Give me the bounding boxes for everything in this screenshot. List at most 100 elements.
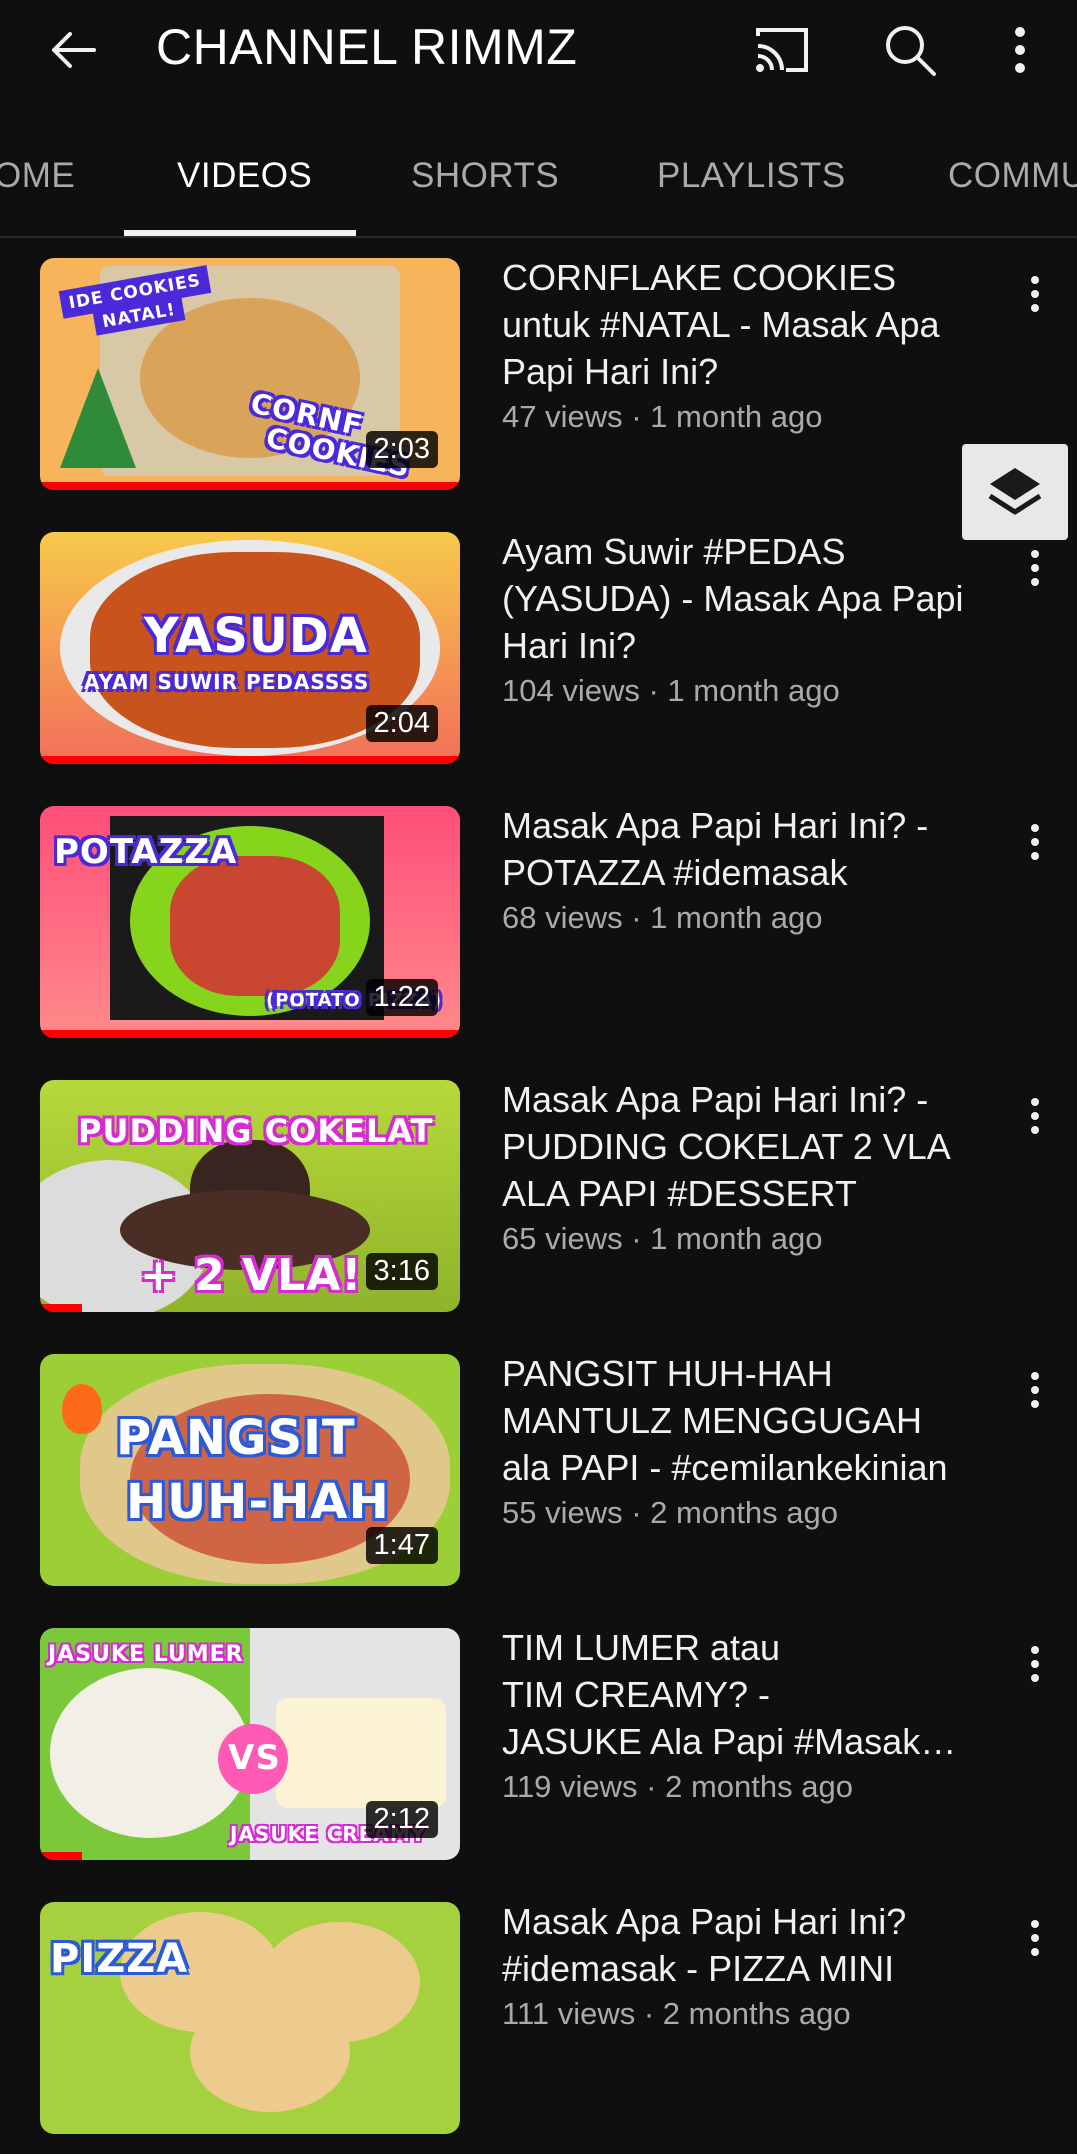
more-vertical-icon — [1031, 1646, 1039, 1682]
arrow-left-icon — [52, 32, 96, 68]
search-icon — [886, 26, 936, 76]
watch-progress-bar — [40, 482, 460, 490]
video-thumbnail[interactable]: POTAZZA (POTATO PIZZA) 1:22 — [40, 806, 460, 1038]
video-duration: 1:47 — [365, 1527, 438, 1564]
video-title-line: POTAZZA #idemasak — [502, 852, 848, 893]
video-thumbnail[interactable]: PUDDING COKELAT + 2 VLA! 3:16 — [40, 1080, 460, 1312]
video-title-line: Hari Ini? — [502, 625, 637, 666]
watch-progress-bar — [40, 756, 460, 764]
more-vertical-icon — [1015, 27, 1025, 73]
video-item[interactable]: PANGSIT HUH-HAH 1:47 PANGSIT HUH-HAH MAN… — [0, 1332, 1077, 1606]
video-title-line: ala PAPI - #cemilankekinian — [502, 1447, 948, 1488]
video-title[interactable]: Ayam Suwir #PEDAS (YASUDA) - Masak Apa P… — [502, 528, 1002, 669]
watch-progress-bar — [40, 1852, 82, 1860]
thumbnail-caption: JASUKE LUMER — [48, 1642, 244, 1667]
video-item[interactable]: PUDDING COKELAT + 2 VLA! 3:16 Masak Apa … — [0, 1058, 1077, 1332]
watch-progress-bar — [40, 1030, 460, 1038]
video-menu-button[interactable] — [1020, 1642, 1050, 1686]
video-title[interactable]: CORNFLAKE COOKIES untuk #NATAL - Masak A… — [502, 254, 1002, 395]
more-vertical-icon — [1031, 1920, 1039, 1956]
video-item[interactable]: JASUKE LUMER VS JASUKE CREAMY 2:12 TIM L… — [0, 1606, 1077, 1880]
video-title-line: #idemasak - PIZZA MINI — [502, 1948, 895, 1989]
video-title-line: MANTULZ MENGGUGAH — [502, 1400, 923, 1441]
more-vertical-icon — [1031, 1098, 1039, 1134]
video-title-line: Ayam Suwir #PEDAS — [502, 531, 846, 572]
thumbnail-caption: HUH-HAH — [126, 1474, 390, 1530]
watch-progress-bar — [40, 1304, 82, 1312]
video-duration: 2:03 — [365, 431, 438, 468]
video-thumbnail[interactable]: PIZZA — [40, 1902, 460, 2134]
thumbnail-caption: POTAZZA — [54, 832, 238, 872]
video-title[interactable]: Masak Apa Papi Hari Ini? #idemasak - PIZ… — [502, 1898, 1002, 1992]
video-thumbnail[interactable]: YASUDA AYAM SUWIR PEDASSSS 2:04 — [40, 532, 460, 764]
video-stats: 47 views · 1 month ago — [502, 399, 823, 434]
video-title-line: Papi Hari Ini? — [502, 351, 719, 392]
video-title-line: Masak Apa Papi Hari Ini? - — [502, 805, 929, 846]
video-stats: 55 views · 2 months ago — [502, 1495, 839, 1530]
video-stats: 68 views · 1 month ago — [502, 900, 823, 935]
video-title[interactable]: Masak Apa Papi Hari Ini? - POTAZZA #idem… — [502, 802, 1002, 896]
video-menu-button[interactable] — [1020, 820, 1050, 864]
video-title-line: PUDDING COKELAT 2 VLA — [502, 1126, 951, 1167]
back-button[interactable] — [44, 20, 104, 80]
more-options-button[interactable] — [1000, 20, 1040, 80]
thumbnail-caption: YASUDA — [144, 608, 368, 664]
video-stats: 111 views · 2 months ago — [502, 1996, 851, 2031]
channel-title: CHANNEL RIMMZ — [156, 19, 578, 75]
video-menu-button[interactable] — [1020, 1094, 1050, 1138]
thumbnail-caption: PANGSIT — [116, 1410, 356, 1466]
video-duration: 3:16 — [365, 1253, 438, 1290]
floating-layers-button[interactable] — [962, 444, 1068, 540]
video-title[interactable]: TIM LUMER atau TIM CREAMY? - JASUKE Ala … — [502, 1624, 1002, 1765]
video-thumbnail[interactable]: PANGSIT HUH-HAH 1:47 — [40, 1354, 460, 1586]
cast-icon — [756, 28, 808, 72]
thumbnail-caption: PIZZA — [50, 1936, 189, 1982]
video-item[interactable]: IDE COOKIES NATAL! CORNF COOKIES 2:03 CO… — [0, 236, 1077, 510]
search-button[interactable] — [880, 20, 940, 80]
video-duration: 2:12 — [365, 1801, 438, 1838]
video-stats: 104 views · 1 month ago — [502, 673, 840, 708]
video-item[interactable]: POTAZZA (POTATO PIZZA) 1:22 Masak Apa Pa… — [0, 784, 1077, 1058]
video-menu-button[interactable] — [1020, 1916, 1050, 1960]
video-meta: CORNFLAKE COOKIES untuk #NATAL - Masak A… — [502, 254, 1002, 439]
video-title-line: Masak Apa Papi Hari Ini? — [502, 1901, 907, 1942]
tab-playlists[interactable]: PLAYLISTS — [657, 156, 846, 196]
video-title-line: PANGSIT HUH-HAH — [502, 1353, 833, 1394]
video-menu-button[interactable] — [1020, 546, 1050, 590]
video-stats: 65 views · 1 month ago — [502, 1221, 823, 1256]
video-stats: 119 views · 2 months ago — [502, 1769, 853, 1804]
video-meta: TIM LUMER atau TIM CREAMY? - JASUKE Ala … — [502, 1624, 1002, 1809]
video-title[interactable]: Masak Apa Papi Hari Ini? - PUDDING COKEL… — [502, 1076, 1002, 1217]
video-menu-button[interactable] — [1020, 1368, 1050, 1412]
tab-shorts[interactable]: SHORTS — [411, 156, 559, 196]
tab-community[interactable]: COMMU — [948, 156, 1077, 196]
cast-button[interactable] — [752, 22, 812, 78]
channel-tabs: OME VIDEOS SHORTS PLAYLISTS COMMU — [0, 118, 1077, 238]
tab-home[interactable]: OME — [0, 156, 75, 196]
video-title-line: TIM CREAMY? - — [502, 1674, 771, 1715]
video-title-line: TIM LUMER atau — [502, 1627, 781, 1668]
video-meta: PANGSIT HUH-HAH MANTULZ MENGGUGAH ala PA… — [502, 1350, 1002, 1535]
app-bar: CHANNEL RIMMZ — [0, 0, 1077, 100]
video-duration: 2:04 — [365, 705, 438, 742]
video-item[interactable]: PIZZA Masak Apa Papi Hari Ini? #idemasak… — [0, 1880, 1077, 2154]
video-thumbnail[interactable]: IDE COOKIES NATAL! CORNF COOKIES 2:03 — [40, 258, 460, 490]
video-meta: Masak Apa Papi Hari Ini? - PUDDING COKEL… — [502, 1076, 1002, 1261]
video-title-line: CORNFLAKE COOKIES — [502, 257, 897, 298]
video-duration: 1:22 — [365, 979, 438, 1016]
video-title-line: (YASUDA) - Masak Apa Papi — [502, 578, 964, 619]
video-title-line: JASUKE Ala Papi #Masak… — [502, 1721, 957, 1762]
tab-videos[interactable]: VIDEOS — [177, 156, 312, 196]
video-title-line: untuk #NATAL - Masak Apa — [502, 304, 940, 345]
video-title[interactable]: PANGSIT HUH-HAH MANTULZ MENGGUGAH ala PA… — [502, 1350, 1002, 1491]
more-vertical-icon — [1031, 550, 1039, 586]
video-thumbnail[interactable]: JASUKE LUMER VS JASUKE CREAMY 2:12 — [40, 1628, 460, 1860]
more-vertical-icon — [1031, 824, 1039, 860]
thumbnail-caption: AYAM SUWIR PEDASSSS — [84, 670, 370, 694]
video-meta: Masak Apa Papi Hari Ini? #idemasak - PIZ… — [502, 1898, 1002, 2036]
layers-icon — [988, 468, 1042, 515]
more-vertical-icon — [1031, 1372, 1039, 1408]
video-menu-button[interactable] — [1020, 272, 1050, 316]
video-item[interactable]: YASUDA AYAM SUWIR PEDASSSS 2:04 Ayam Suw… — [0, 510, 1077, 784]
video-title-line: Masak Apa Papi Hari Ini? - — [502, 1079, 929, 1120]
